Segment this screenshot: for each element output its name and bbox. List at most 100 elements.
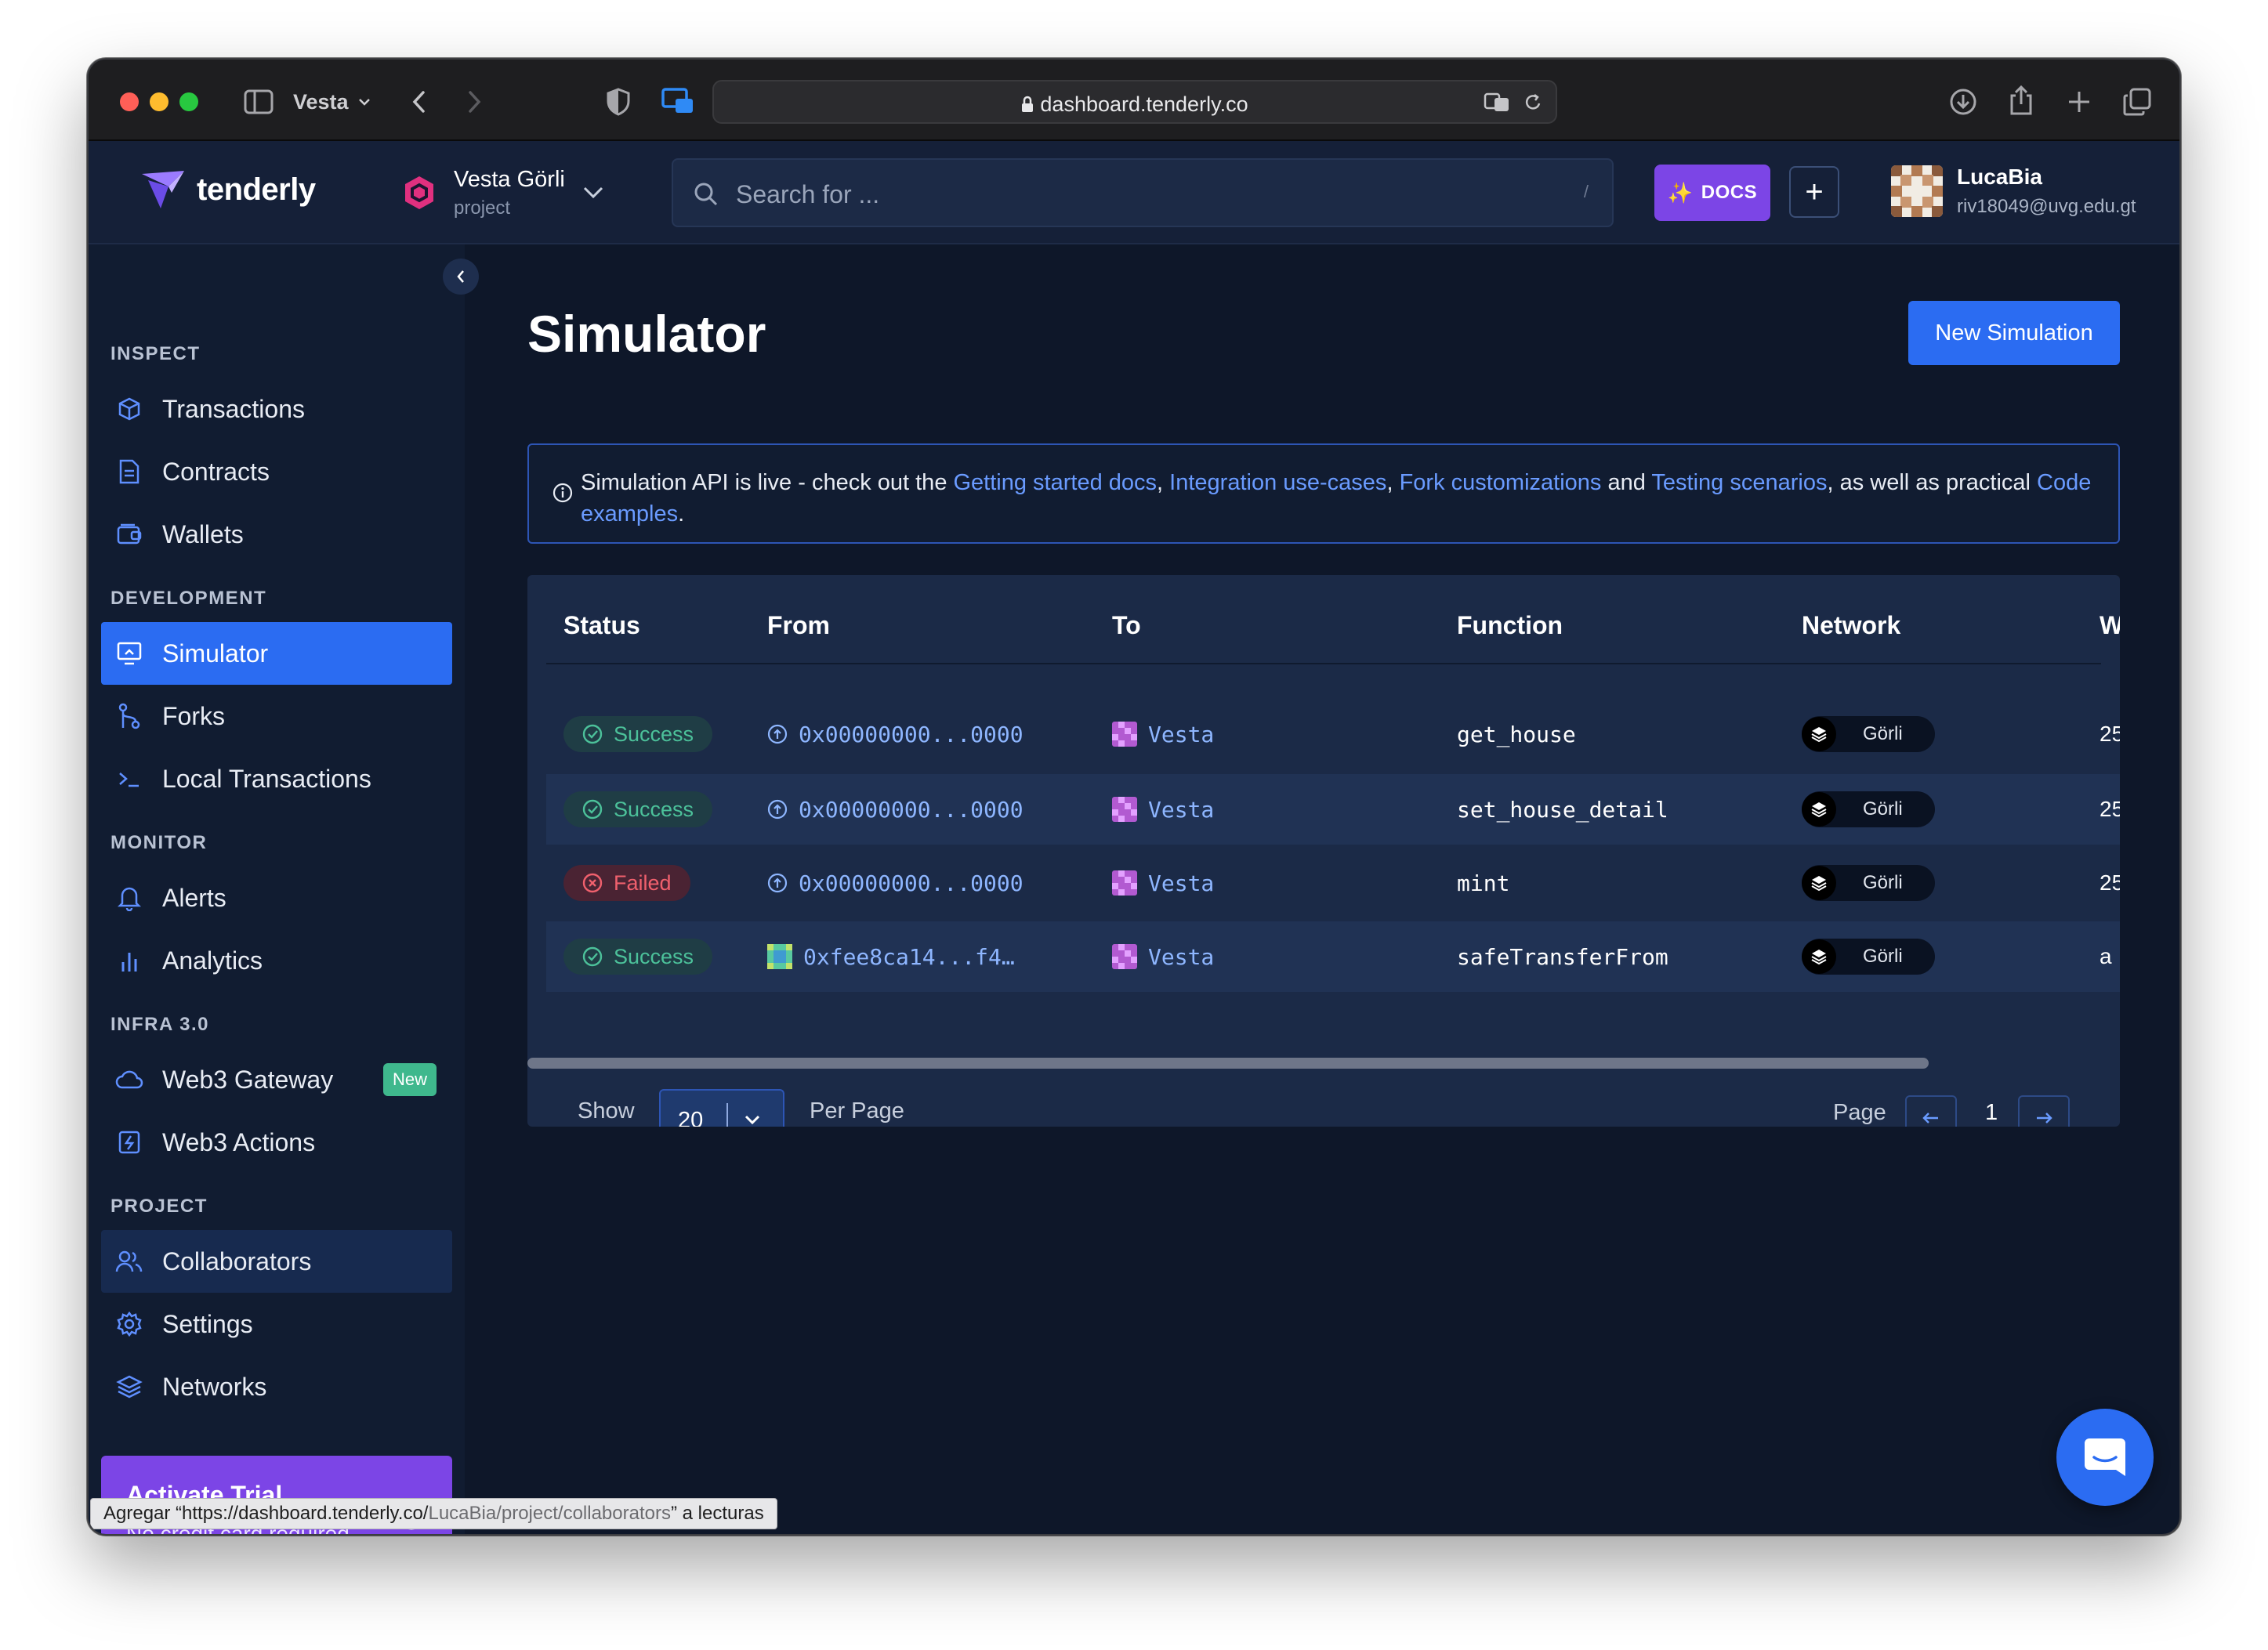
collapse-sidebar-button[interactable] [443, 259, 479, 295]
reload-icon[interactable] [1521, 91, 1545, 114]
chevron-down-icon [742, 1109, 763, 1127]
contract-identicon-icon [1112, 870, 1137, 896]
from-cell[interactable]: 0x00000000...0000 [767, 774, 1023, 845]
users-icon [115, 1247, 143, 1275]
link-status-bar: Agregar “https://dashboard.tenderly.co/L… [90, 1498, 777, 1529]
to-cell[interactable]: Vesta [1112, 774, 1214, 845]
chevron-down-icon [583, 186, 603, 199]
arrow-right-icon [2037, 1113, 2052, 1124]
status-cell: Failed [563, 848, 690, 918]
from-cell[interactable]: 0xfee8ca14...f4… [767, 921, 1015, 992]
sidebar-toggle-icon[interactable] [241, 86, 276, 118]
to-contract: Vesta [1148, 870, 1215, 896]
user-name: LucaBia [1957, 165, 2042, 189]
sidebar-item-label: Web3 Actions [162, 1127, 316, 1156]
table-row[interactable]: Success 0x00000000...0000 Vesta get_hous… [546, 699, 2120, 769]
docs-button[interactable]: ✨ DOCS [1654, 165, 1770, 221]
share-icon[interactable] [2004, 81, 2038, 119]
forward-icon[interactable] [458, 86, 490, 118]
search-input[interactable]: Search for ... / [672, 158, 1614, 227]
wallet-identicon-icon [767, 944, 792, 969]
screen-share-icon[interactable] [659, 83, 697, 121]
from-cell[interactable]: 0x00000000...0000 [767, 699, 1023, 769]
testing-scenarios-link[interactable]: Testing scenarios [1651, 470, 1827, 495]
column-header-status[interactable]: Status [563, 611, 640, 640]
section-title-monitor: MONITOR [111, 832, 208, 853]
add-button[interactable]: + [1789, 166, 1839, 218]
integration-use-cases-link[interactable]: Integration use-cases [1169, 470, 1386, 495]
per-page-label: Per Page [810, 1098, 904, 1124]
column-header-to[interactable]: To [1112, 611, 1141, 640]
section-title-inspect: INSPECT [111, 343, 201, 364]
app-header: tenderly Vesta Görli project Search for … [89, 141, 2179, 244]
per-page-value: 20 [678, 1108, 704, 1127]
url-text: dashboard.tenderly.co [714, 92, 1556, 117]
sidebar-item-collaborators[interactable]: Collaborators [101, 1230, 452, 1293]
sidebar-item-forks[interactable]: Forks [101, 685, 452, 747]
sidebar-item-web3-actions[interactable]: Web3 Actions [101, 1111, 452, 1174]
sidebar-item-contracts[interactable]: Contracts [101, 440, 452, 503]
to-cell[interactable]: Vesta [1112, 848, 1214, 918]
next-page-button[interactable] [2018, 1095, 2070, 1127]
fork-customizations-link[interactable]: Fork customizations [1400, 470, 1602, 495]
column-header-network[interactable]: Network [1802, 611, 1900, 640]
sidebar-item-alerts[interactable]: Alerts [101, 867, 452, 929]
docs-label: DOCS [1701, 182, 1758, 203]
previous-page-button[interactable] [1905, 1095, 1957, 1127]
section-title-project: PROJECT [111, 1196, 208, 1217]
column-header-function[interactable]: Function [1457, 611, 1563, 640]
sidebar-item-label: Alerts [162, 883, 226, 912]
chat-launcher-button[interactable] [2056, 1409, 2154, 1506]
tab-group-label: Vesta [293, 89, 349, 114]
per-page-select[interactable]: 20 [659, 1089, 784, 1127]
show-label: Show [578, 1098, 635, 1124]
tab-group-selector[interactable]: Vesta [293, 85, 371, 119]
address-bar[interactable]: dashboard.tenderly.co [712, 80, 1557, 124]
sidebar-item-local-transactions[interactable]: Local Transactions [101, 747, 452, 810]
table-row[interactable]: Success 0xfee8ca14...f4… Vesta safeTrans… [546, 921, 2120, 992]
lightning-icon [115, 1128, 143, 1156]
chat-icon [2085, 1438, 2125, 1476]
new-tab-icon[interactable] [2062, 85, 2096, 119]
column-header-w[interactable]: W [2100, 611, 2120, 640]
network-cell: Görli [1802, 848, 1935, 918]
table-row[interactable]: Success 0x00000000...0000 Vesta set_hous… [546, 774, 2120, 845]
sidebar-item-wallets[interactable]: Wallets [101, 503, 452, 566]
new-simulation-button[interactable]: New Simulation [1908, 301, 2120, 365]
from-cell[interactable]: 0x00000000...0000 [767, 848, 1023, 918]
table-row[interactable]: Failed 0x00000000...0000 Vesta mint Görl… [546, 848, 2120, 918]
tab-overview-icon[interactable] [2120, 85, 2154, 119]
sidebar-item-web3-gateway[interactable]: Web3 Gateway New [101, 1048, 452, 1111]
download-icon[interactable] [1946, 85, 1980, 119]
window-minimize-button[interactable] [150, 92, 168, 111]
sidebar: INSPECT Transactions Contracts Wallets D… [89, 244, 465, 1534]
current-page: 1 [1985, 1100, 1998, 1125]
info-text-part: Simulation API is live - check out the [581, 470, 954, 495]
to-cell[interactable]: Vesta [1112, 699, 1214, 769]
sidebar-item-settings[interactable]: Settings [101, 1293, 452, 1355]
to-cell[interactable]: Vesta [1112, 921, 1214, 992]
tenderly-logo[interactable]: tenderly [140, 169, 316, 210]
privacy-shield-icon[interactable] [601, 85, 636, 119]
user-menu[interactable]: LucaBia riv18049@uvg.edu.gt [1891, 165, 2136, 218]
status-badge: Failed [563, 865, 690, 901]
translate-icon[interactable] [1482, 91, 1513, 114]
horizontal-scrollbar[interactable] [527, 1058, 1929, 1069]
sidebar-item-analytics[interactable]: Analytics [101, 929, 452, 992]
sidebar-item-networks[interactable]: Networks [101, 1355, 452, 1418]
section-title-development: DEVELOPMENT [111, 588, 267, 609]
monitor-icon [115, 639, 143, 668]
sidebar-item-label: Wallets [162, 519, 244, 548]
bar-chart-icon [115, 946, 143, 975]
getting-started-docs-link[interactable]: Getting started docs [954, 470, 1158, 495]
sidebar-item-transactions[interactable]: Transactions [101, 378, 452, 440]
layers-icon [1802, 792, 1836, 827]
window-close-button[interactable] [120, 92, 139, 111]
column-header-from[interactable]: From [767, 611, 830, 640]
back-icon[interactable] [404, 86, 435, 118]
w-cell: a [2100, 944, 2112, 968]
info-icon [553, 483, 573, 503]
project-selector[interactable]: Vesta Görli project [402, 165, 604, 221]
window-maximize-button[interactable] [179, 92, 198, 111]
sidebar-item-simulator[interactable]: Simulator [101, 622, 452, 685]
